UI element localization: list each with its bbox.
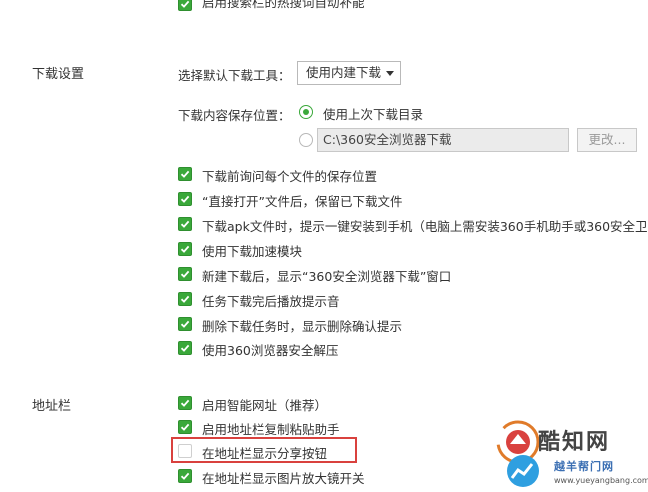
option-label: 在地址栏显示图片放大镜开关	[202, 471, 365, 486]
checkbox-show-download-window[interactable]	[178, 267, 192, 281]
option-label: 下载apk文件时，提示一键安装到手机（电脑上需安装360手机助手或360安全卫士…	[202, 219, 648, 234]
checkmark-icon	[180, 270, 190, 278]
watermark-bubble-icon	[507, 455, 539, 487]
option-label: 启用地址栏复制粘贴助手	[202, 422, 340, 437]
download-tool-select-value: 使用内建下载	[306, 65, 382, 80]
checkmark-icon	[180, 344, 190, 352]
radio-last-directory-label: 使用上次下载目录	[323, 107, 424, 122]
radio-custom-path[interactable]	[299, 133, 313, 147]
option-label: 删除下载任务时，显示删除确认提示	[202, 319, 403, 334]
section-title-download: 下载设置	[32, 67, 85, 82]
checkbox-apk-install[interactable]	[178, 217, 192, 231]
watermark-subtitle: 越羊帮门网	[554, 460, 614, 473]
checkmark-icon	[180, 170, 190, 178]
option-label: 启用智能网址（推荐）	[202, 398, 328, 413]
caret-down-icon	[386, 71, 394, 76]
checkmark-icon	[180, 399, 190, 407]
watermark-title: 酷知网	[538, 430, 611, 455]
checkmark-icon	[180, 195, 190, 203]
checkbox-ask-save-location[interactable]	[178, 167, 192, 181]
checkbox-safe-unzip[interactable]	[178, 341, 192, 355]
download-tool-label: 选择默认下载工具：	[178, 68, 291, 83]
option-label: “直接打开”文件后，保留已下载文件	[202, 194, 403, 209]
checkmark-icon	[180, 320, 190, 328]
option-label: 启用搜索栏的热搜词自动补能	[202, 0, 365, 10]
checkbox-keep-opened-files[interactable]	[178, 192, 192, 206]
checkmark-icon	[180, 220, 190, 228]
download-path-field[interactable]: C:\360安全浏览器下载	[317, 128, 569, 152]
highlight-box	[171, 437, 357, 463]
option-label: 新建下载后，显示“360安全浏览器下载”窗口	[202, 269, 452, 284]
section-title-address-bar: 地址栏	[32, 399, 72, 414]
checkbox-delete-confirm[interactable]	[178, 317, 192, 331]
checkmark-icon	[180, 295, 190, 303]
checkbox-smart-url[interactable]	[178, 396, 192, 410]
checkmark-icon	[180, 245, 190, 253]
option-label: 使用360浏览器安全解压	[202, 343, 339, 358]
watermark-url: www.yueyangbang.com	[554, 476, 648, 485]
checkmark-icon	[180, 0, 190, 8]
checkmark-icon	[180, 472, 190, 480]
save-location-label: 下载内容保存位置：	[178, 108, 291, 123]
checkbox-image-magnifier[interactable]	[178, 469, 192, 483]
checkbox-download-acceleration[interactable]	[178, 242, 192, 256]
option-label: 使用下载加速模块	[202, 244, 303, 259]
change-path-button[interactable]: 更改...	[577, 128, 637, 152]
watermark-logo: 酷知网 越羊帮门网 www.yueyangbang.com	[492, 414, 648, 492]
option-label: 下载前询问每个文件的保存位置	[202, 169, 378, 184]
download-tool-select[interactable]: 使用内建下载	[297, 61, 401, 85]
checkbox-copy-paste-helper[interactable]	[178, 420, 192, 434]
checkmark-icon	[180, 423, 190, 431]
option-label: 任务下载完后播放提示音	[202, 294, 340, 309]
checkbox-search-hot-words[interactable]	[178, 0, 192, 11]
radio-last-directory[interactable]	[299, 105, 313, 119]
checkbox-play-sound[interactable]	[178, 292, 192, 306]
